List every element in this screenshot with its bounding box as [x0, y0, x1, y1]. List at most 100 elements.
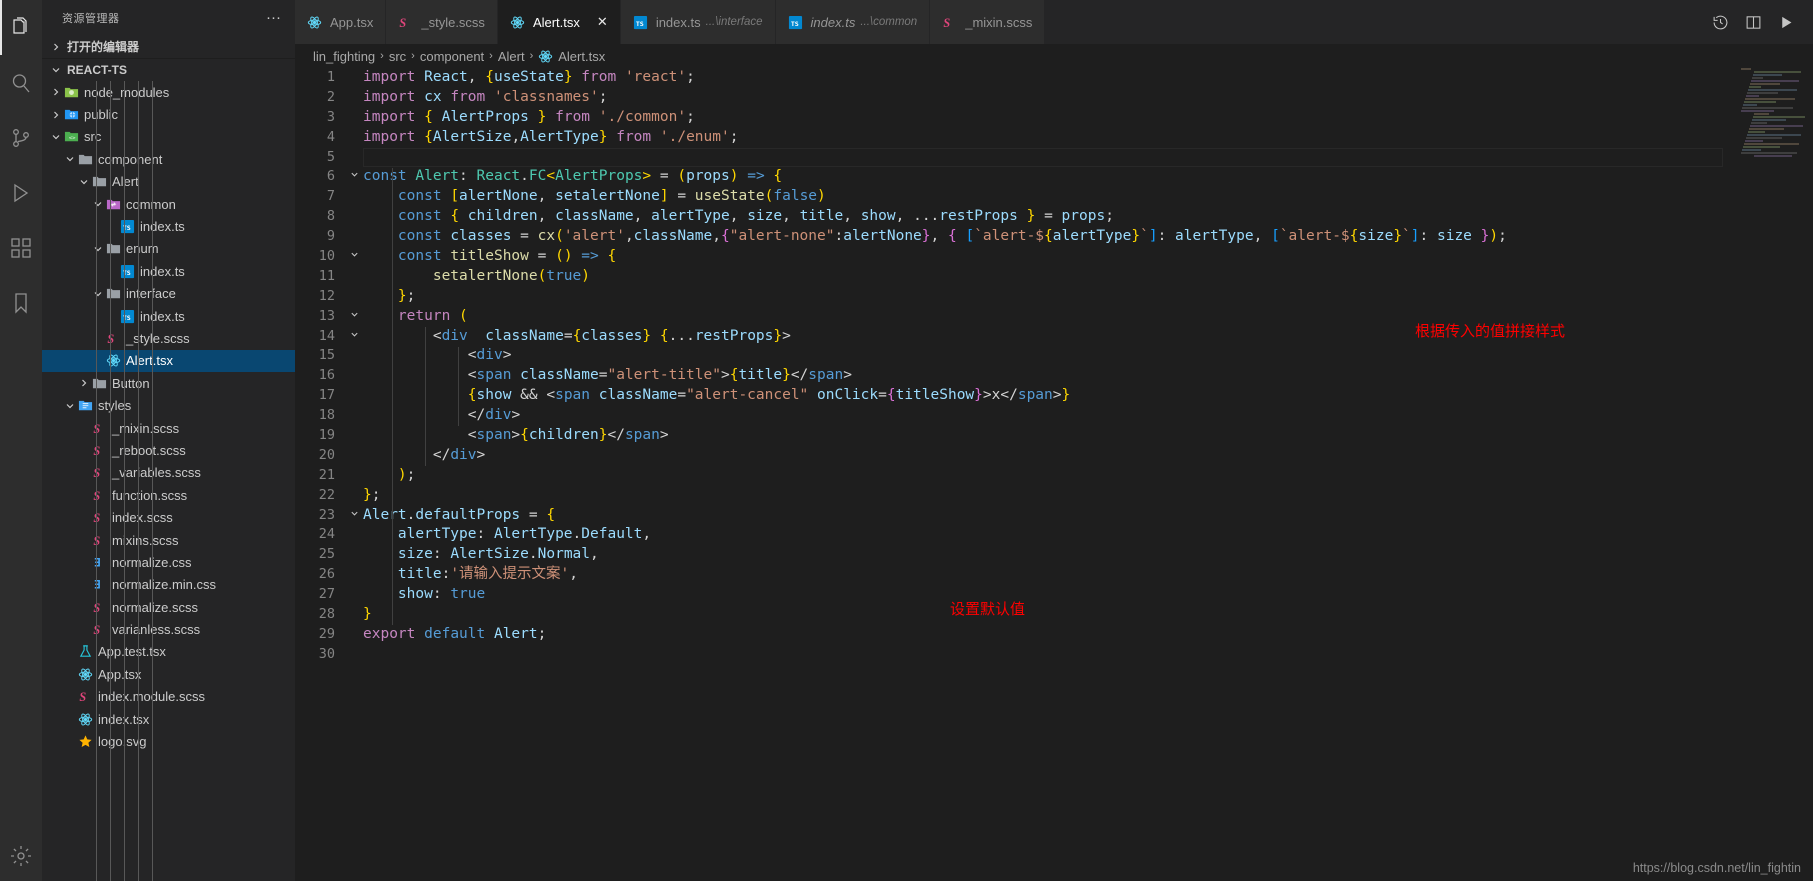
- search-icon[interactable]: [0, 55, 42, 110]
- code-line[interactable]: 18 </div>: [295, 406, 1813, 426]
- tree-item-app-test-tsx[interactable]: App.test.tsx: [42, 641, 295, 663]
- code-line[interactable]: 6 const Alert: React.FC<AlertProps> = (pr…: [295, 167, 1813, 187]
- run-play-icon[interactable]: [1778, 14, 1795, 31]
- chevron-down-icon[interactable]: [92, 244, 104, 254]
- tab-close-icon[interactable]: ✕: [597, 14, 608, 30]
- tree-item-logo-svg[interactable]: logo.svg: [42, 730, 295, 752]
- code-line[interactable]: 16 <span className="alert-title">{title}…: [295, 366, 1813, 386]
- tree-item-function-scss[interactable]: Sfunction.scss: [42, 484, 295, 506]
- code-line[interactable]: 29 export default Alert;: [295, 625, 1813, 645]
- breadcrumb-item-src[interactable]: src: [389, 49, 406, 64]
- tree-item--variables-scss[interactable]: S_variables.scss: [42, 462, 295, 484]
- breadcrumb-item-alert-tsx[interactable]: Alert.tsx: [538, 49, 605, 64]
- code-line[interactable]: 5: [295, 148, 1813, 168]
- code-line[interactable]: 2 import cx from 'classnames';: [295, 88, 1813, 108]
- code-line[interactable]: 1 import React, {useState} from 'react';: [295, 68, 1813, 88]
- code-line[interactable]: 9 const classes = cx('alert',className,{…: [295, 227, 1813, 247]
- tree-item--reboot-scss[interactable]: S_reboot.scss: [42, 439, 295, 461]
- code-line[interactable]: 30: [295, 645, 1813, 665]
- source-control-icon[interactable]: [0, 110, 42, 165]
- code-line[interactable]: 10 const titleShow = () => {: [295, 247, 1813, 267]
- tree-item-public[interactable]: public: [42, 103, 295, 125]
- run-debug-icon[interactable]: [0, 165, 42, 220]
- code-line[interactable]: 21 );: [295, 466, 1813, 486]
- tab-alert-tsx[interactable]: Alert.tsx ✕: [497, 0, 621, 44]
- tab-list[interactable]: App.tsx S _style.scss Alert.tsx ✕ TS index.ts.…: [295, 0, 1694, 44]
- code-line[interactable]: 8 const { children, className, alertType…: [295, 207, 1813, 227]
- tree-item-src[interactable]: <> src: [42, 126, 295, 148]
- fold-chevron-down-icon[interactable]: [345, 506, 363, 526]
- code-line[interactable]: 28}: [295, 605, 1813, 625]
- chevron-down-icon[interactable]: [92, 289, 104, 299]
- settings-gear-icon[interactable]: [0, 831, 42, 881]
- explorer-icon[interactable]: [0, 0, 42, 55]
- fold-chevron-down-icon[interactable]: [345, 167, 363, 187]
- tab--mixin-scss[interactable]: S _mixin.scss: [930, 0, 1046, 44]
- tree-item-normalize-scss[interactable]: Snormalize.scss: [42, 596, 295, 618]
- code-line[interactable]: 12 };: [295, 287, 1813, 307]
- tree-item-normalize-css[interactable]: Ǝnormalize.css: [42, 551, 295, 573]
- bookmark-icon[interactable]: [0, 275, 42, 330]
- sidebar-more-actions-button[interactable]: ···: [260, 10, 287, 25]
- chevron-right-icon[interactable]: [50, 87, 62, 97]
- breadcrumb-item-component[interactable]: component: [420, 49, 484, 64]
- extensions-icon[interactable]: [0, 220, 42, 275]
- code-line[interactable]: 11 setalertNone(true): [295, 267, 1813, 287]
- project-section[interactable]: REACT-TS: [42, 58, 295, 81]
- code-line[interactable]: 27 show: true: [295, 585, 1813, 605]
- tree-item-alert[interactable]: Alert: [42, 171, 295, 193]
- fold-chevron-down-icon[interactable]: [345, 327, 363, 347]
- fold-chevron-down-icon[interactable]: [345, 307, 363, 327]
- chevron-down-icon[interactable]: [50, 132, 62, 142]
- breadcrumb[interactable]: lin_fighting › src › component › Alert › Alert.t…: [295, 44, 1813, 68]
- tree-item-button[interactable]: Button: [42, 372, 295, 394]
- tree-item-index-ts[interactable]: TS index.ts: [42, 305, 295, 327]
- chevron-down-icon[interactable]: [78, 177, 90, 187]
- tab-app-tsx[interactable]: App.tsx: [295, 0, 387, 44]
- timeline-history-icon[interactable]: [1712, 14, 1729, 31]
- tree-item-normalize-min-css[interactable]: Ǝnormalize.min.css: [42, 574, 295, 596]
- tree-item--mixin-scss[interactable]: S _mixin.scss: [42, 417, 295, 439]
- code-line[interactable]: 23 Alert.defaultProps = {: [295, 506, 1813, 526]
- code-line[interactable]: 3 import { AlertProps } from './common';: [295, 108, 1813, 128]
- chevron-right-icon[interactable]: [50, 110, 62, 120]
- chevron-right-icon[interactable]: [78, 378, 90, 388]
- file-tree[interactable]: node_modules public <> src component Alert com…: [42, 81, 295, 881]
- code-line[interactable]: 20 </div>: [295, 446, 1813, 466]
- tab--style-scss[interactable]: S _style.scss: [386, 0, 498, 44]
- code-line[interactable]: 19 <span>{children}</span>: [295, 426, 1813, 446]
- tree-item-component[interactable]: component: [42, 148, 295, 170]
- tree-item-index-tsx[interactable]: index.tsx: [42, 708, 295, 730]
- code-line[interactable]: 4 import {AlertSize,AlertType} from './en…: [295, 128, 1813, 148]
- tree-item-common[interactable]: common: [42, 193, 295, 215]
- code-line[interactable]: 22};: [295, 486, 1813, 506]
- fold-chevron-down-icon[interactable]: [345, 247, 363, 267]
- tree-item-node-modules[interactable]: node_modules: [42, 81, 295, 103]
- code-line[interactable]: 24 alertType: AlertType.Default,: [295, 525, 1813, 545]
- code-line[interactable]: 14 <div className={classes} {...restProp…: [295, 327, 1813, 347]
- code-content[interactable]: 1 import React, {useState} from 'react'; 2…: [295, 68, 1813, 665]
- code-editor[interactable]: 1 import React, {useState} from 'react'; 2…: [295, 68, 1813, 881]
- tree-item-index-scss[interactable]: Sindex.scss: [42, 506, 295, 528]
- breadcrumb-item-lin-fighting[interactable]: lin_fighting: [313, 49, 375, 64]
- minimap[interactable]: [1741, 68, 1813, 881]
- code-line[interactable]: 15 <div>: [295, 346, 1813, 366]
- code-line[interactable]: 26 title:'请输入提示文案',: [295, 565, 1813, 585]
- tab-index-ts-common[interactable]: TS index.ts ...\common: [775, 0, 931, 44]
- code-line[interactable]: 7 const [alertNone, setalertNone] = useS…: [295, 187, 1813, 207]
- tree-item-varianless-scss[interactable]: Svarianless.scss: [42, 618, 295, 640]
- tree-item-mixins-scss[interactable]: Smixins.scss: [42, 529, 295, 551]
- breadcrumb-item-alert[interactable]: Alert: [498, 49, 525, 64]
- tree-item-index-ts[interactable]: TS index.ts: [42, 260, 295, 282]
- tree-item--style-scss[interactable]: S _style.scss: [42, 327, 295, 349]
- chevron-down-icon[interactable]: [64, 154, 76, 164]
- code-line[interactable]: 17 {show && <span className="alert-cance…: [295, 386, 1813, 406]
- tree-item-styles[interactable]: styles: [42, 394, 295, 416]
- split-editor-icon[interactable]: [1745, 14, 1762, 31]
- code-line[interactable]: 13 return (: [295, 307, 1813, 327]
- tree-item-app-tsx[interactable]: App.tsx: [42, 663, 295, 685]
- open-editors-section[interactable]: 打开的编辑器: [42, 35, 295, 58]
- tree-item-alert-tsx[interactable]: Alert.tsx: [42, 349, 295, 373]
- tree-item-index-ts[interactable]: TS index.ts: [42, 215, 295, 237]
- chevron-down-icon[interactable]: [64, 401, 76, 411]
